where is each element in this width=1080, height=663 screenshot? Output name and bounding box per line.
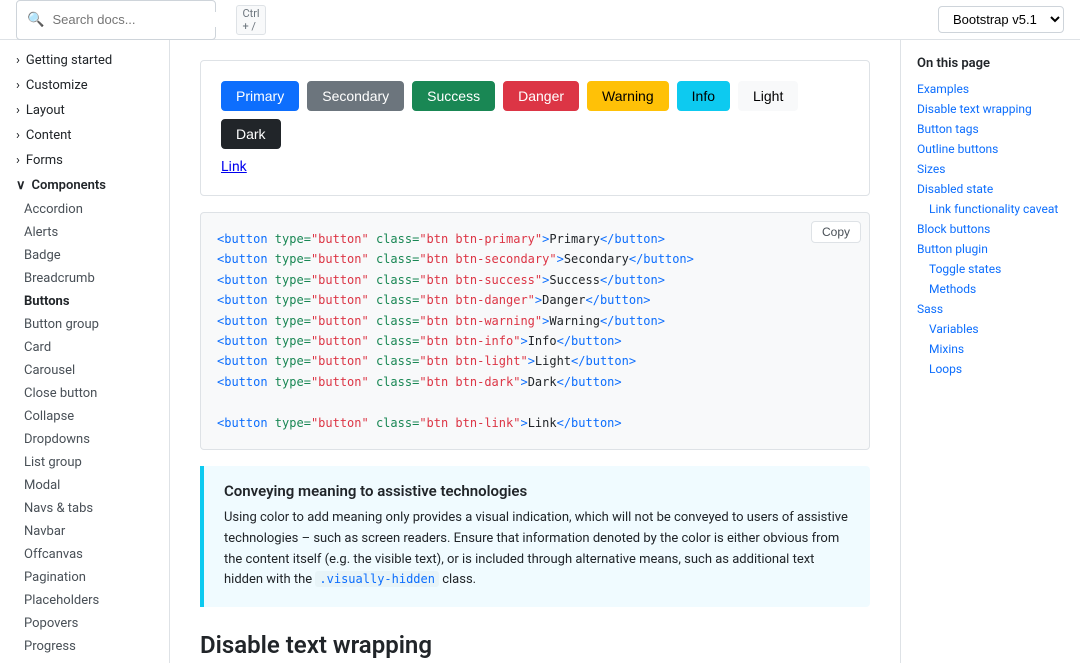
sidebar-item-forms[interactable]: › Forms [0, 148, 169, 173]
copy-button[interactable]: Copy [811, 221, 861, 243]
search-input[interactable] [52, 12, 228, 27]
section-title-disable-wrap: Disable text wrapping [200, 631, 870, 659]
toc-link-outline[interactable]: Outline buttons [917, 141, 1064, 157]
toc-link-sizes[interactable]: Sizes [917, 161, 1064, 177]
chevron-right-icon: › [16, 153, 20, 168]
toc-link-plugin[interactable]: Button plugin [917, 241, 1064, 257]
btn-primary[interactable]: Primary [221, 81, 299, 111]
sidebar-item-label: Getting started [26, 53, 112, 68]
btn-secondary[interactable]: Secondary [307, 81, 404, 111]
btn-info[interactable]: Info [677, 81, 730, 111]
right-sidebar: On this page Examples Disable text wrapp… [900, 40, 1080, 663]
code-line: <button type="button" class="btn btn-war… [217, 311, 853, 331]
code-line: <button type="button" class="btn btn-lig… [217, 351, 853, 371]
toc-link-loops[interactable]: Loops [917, 361, 1064, 377]
sidebar-item-label: Content [26, 128, 72, 143]
sidebar-child-list-group[interactable]: List group [0, 451, 169, 474]
code-block: Copy <button type="button" class="btn bt… [200, 212, 870, 450]
sidebar-child-popovers[interactable]: Popovers [0, 612, 169, 635]
sidebar-item-label: Forms [26, 153, 63, 168]
sidebar-child-breadcrumb[interactable]: Breadcrumb [0, 267, 169, 290]
sidebar-item-getting-started[interactable]: › Getting started [0, 48, 169, 73]
toc-link-methods[interactable]: Methods [917, 281, 1064, 297]
chevron-down-icon: ∨ [16, 178, 26, 193]
sidebar-child-placeholders[interactable]: Placeholders [0, 589, 169, 612]
sidebar-item-customize[interactable]: › Customize [0, 73, 169, 98]
code-line: <button type="button" class="btn btn-sec… [217, 249, 853, 269]
sidebar-child-progress[interactable]: Progress [0, 635, 169, 658]
alert-title: Conveying meaning to assistive technolog… [224, 482, 850, 500]
search-box[interactable]: 🔍 Ctrl + / [16, 0, 216, 40]
main-content: Primary Secondary Success Danger Warning… [170, 40, 900, 663]
version-select[interactable]: Bootstrap v5.1 [938, 6, 1064, 33]
sidebar-child-buttons[interactable]: Buttons [0, 290, 169, 313]
chevron-right-icon: › [16, 103, 20, 118]
alert-text: Using color to add meaning only provides… [224, 508, 850, 591]
toc-link-block[interactable]: Block buttons [917, 221, 1064, 237]
code-line: <button type="button" class="btn btn-dan… [217, 290, 853, 310]
toc-link-mixins[interactable]: Mixins [917, 341, 1064, 357]
sidebar-child-modal[interactable]: Modal [0, 474, 169, 497]
sidebar-child-navs-tabs[interactable]: Navs & tabs [0, 497, 169, 520]
sidebar-item-layout[interactable]: › Layout [0, 98, 169, 123]
sidebar-child-navbar[interactable]: Navbar [0, 520, 169, 543]
topbar: 🔍 Ctrl + / Bootstrap v5.1 [0, 0, 1080, 40]
sidebar-child-pagination[interactable]: Pagination [0, 566, 169, 589]
sidebar-child-button-group[interactable]: Button group [0, 313, 169, 336]
toc-link-link-caveat[interactable]: Link functionality caveat [917, 201, 1064, 217]
code-line: <button type="button" class="btn btn-suc… [217, 270, 853, 290]
chevron-right-icon: › [16, 53, 20, 68]
btn-link[interactable]: Link [221, 159, 247, 175]
sidebar-item-content[interactable]: › Content [0, 123, 169, 148]
search-icon: 🔍 [27, 12, 44, 28]
sidebar-children-components: Accordion Alerts Badge Breadcrumb Button… [0, 198, 169, 663]
toc-link-examples[interactable]: Examples [917, 81, 1064, 97]
btn-warning[interactable]: Warning [587, 81, 669, 111]
btn-dark[interactable]: Dark [221, 119, 281, 149]
toc-link-disabled[interactable]: Disabled state [917, 181, 1064, 197]
sidebar-item-label: Layout [26, 103, 65, 118]
sidebar-item-label: Components [32, 178, 106, 193]
toc-link-toggle[interactable]: Toggle states [917, 261, 1064, 277]
alert-code: .visually-hidden [315, 571, 439, 587]
sidebar-child-collapse[interactable]: Collapse [0, 405, 169, 428]
btn-light[interactable]: Light [738, 81, 798, 111]
toc-link-variables[interactable]: Variables [917, 321, 1064, 337]
toc-link-sass[interactable]: Sass [917, 301, 1064, 317]
sidebar-child-accordion[interactable]: Accordion [0, 198, 169, 221]
code-line: <button type="button" class="btn btn-pri… [217, 229, 853, 249]
sidebar-child-carousel[interactable]: Carousel [0, 359, 169, 382]
toc-link-disable-text[interactable]: Disable text wrapping [917, 101, 1064, 117]
btn-danger[interactable]: Danger [503, 81, 579, 111]
btn-success[interactable]: Success [412, 81, 495, 111]
sidebar: › Getting started › Customize › Layout ›… [0, 40, 170, 663]
alert-info-box: Conveying meaning to assistive technolog… [200, 466, 870, 607]
toc-link-button-tags[interactable]: Button tags [917, 121, 1064, 137]
chevron-right-icon: › [16, 128, 20, 143]
sidebar-child-alerts[interactable]: Alerts [0, 221, 169, 244]
demo-box: Primary Secondary Success Danger Warning… [200, 60, 870, 196]
code-line: <button type="button" class="btn btn-dar… [217, 372, 853, 392]
button-demo-row: Primary Secondary Success Danger Warning… [221, 81, 849, 149]
sidebar-child-close-button[interactable]: Close button [0, 382, 169, 405]
chevron-right-icon: › [16, 78, 20, 93]
sidebar-item-label: Customize [26, 78, 88, 93]
sidebar-child-badge[interactable]: Badge [0, 244, 169, 267]
sidebar-item-components[interactable]: ∨ Components [0, 173, 169, 198]
sidebar-child-offcanvas[interactable]: Offcanvas [0, 543, 169, 566]
sidebar-child-scrollspy[interactable]: Scrollspy [0, 658, 169, 663]
search-shortcut: Ctrl + / [236, 5, 265, 35]
right-sidebar-heading: On this page [917, 56, 1064, 71]
code-line: <button type="button" class="btn btn-inf… [217, 331, 853, 351]
sidebar-child-card[interactable]: Card [0, 336, 169, 359]
sidebar-child-dropdowns[interactable]: Dropdowns [0, 428, 169, 451]
code-line: <button type="button" class="btn btn-lin… [217, 413, 853, 433]
